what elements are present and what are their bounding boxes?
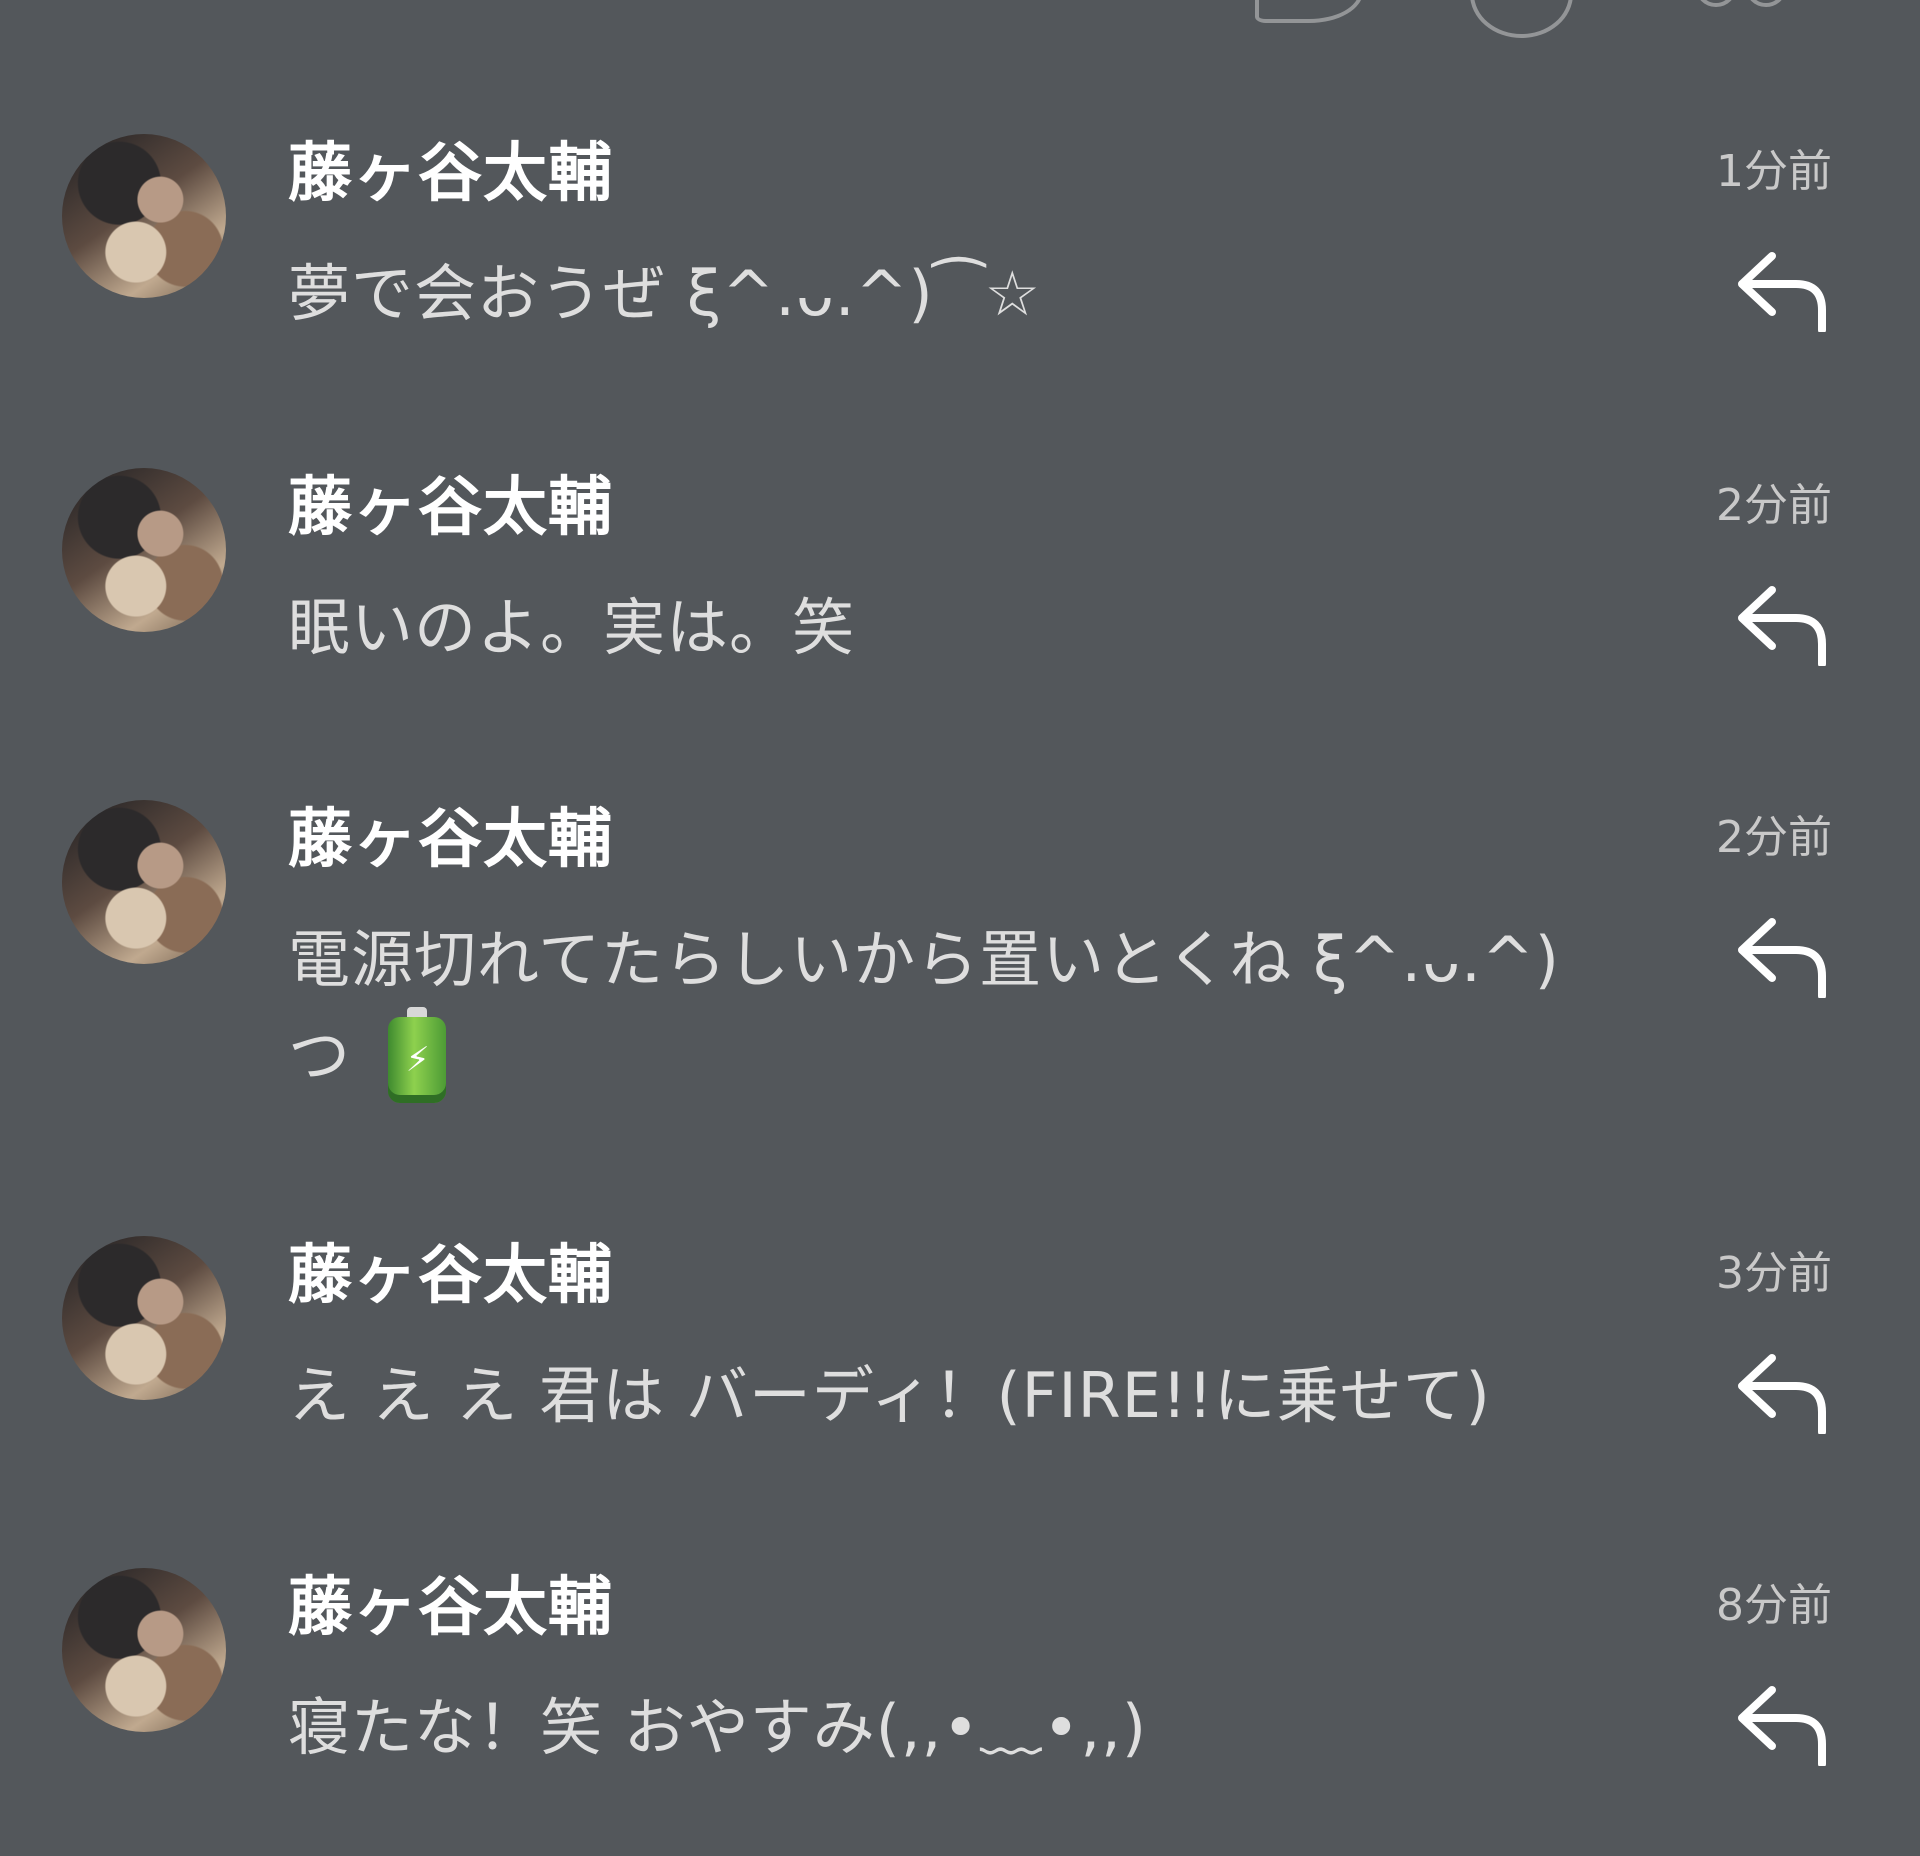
sender-name: 藤ヶ谷太輔	[288, 1239, 613, 1313]
message-text: 眠いのよ。実は。笑	[288, 591, 856, 664]
reply-arrow-icon[interactable]	[1734, 580, 1834, 666]
timestamp: 2分前	[1716, 480, 1832, 531]
avatar[interactable]	[62, 1236, 226, 1400]
battery-icon: ⚡	[387, 1006, 446, 1103]
back-icon[interactable]	[40, 0, 100, 4]
timestamp: 1分前	[1716, 146, 1832, 197]
avatar[interactable]	[62, 468, 226, 632]
message-text: 電源切れてたらしいから置いとくね ξ^.ᴗ.^) つ ⚡	[288, 912, 1658, 1104]
timestamp: 3分前	[1716, 1248, 1832, 1299]
sender-name: 藤ヶ谷太輔	[288, 137, 613, 211]
timestamp: 8分前	[1716, 1580, 1832, 1631]
chat-bubble-icon[interactable]	[1255, 0, 1363, 23]
reply-arrow-icon[interactable]	[1734, 912, 1834, 998]
sender-name: 藤ヶ谷太輔	[288, 1571, 613, 1645]
message-line: つ ⚡	[288, 1006, 1658, 1104]
timestamp: 2分前	[1716, 812, 1832, 863]
message-text: え え え 君は バーディ！(FIRE!!に乗せて)	[288, 1359, 1491, 1432]
dots-icon[interactable]	[1745, 0, 1787, 7]
message-text: 夢で会おうぜ ξ^.ᴗ.^)⁀☆	[288, 257, 1042, 330]
reply-arrow-icon[interactable]	[1734, 246, 1834, 332]
dots-icon[interactable]	[1695, 0, 1737, 7]
sender-name: 藤ヶ谷太輔	[288, 803, 613, 877]
avatar[interactable]	[62, 1568, 226, 1732]
reply-arrow-icon[interactable]	[1734, 1348, 1834, 1434]
message-text: 寝たな！笑 おやすみ(,,•﹏•,,)	[288, 1691, 1148, 1764]
top-toolbar-fragment	[0, 0, 1920, 38]
avatar[interactable]	[62, 134, 226, 298]
circle-icon[interactable]	[1470, 0, 1573, 38]
lightning-icon: ⚡	[405, 1039, 431, 1080]
avatar[interactable]	[62, 800, 226, 964]
sender-name: 藤ヶ谷太輔	[288, 471, 613, 545]
message-line: 電源切れてたらしいから置いとくね ξ^.ᴗ.^)	[288, 923, 1560, 996]
message-fragment: つ	[288, 1019, 352, 1092]
reply-arrow-icon[interactable]	[1734, 1680, 1834, 1766]
